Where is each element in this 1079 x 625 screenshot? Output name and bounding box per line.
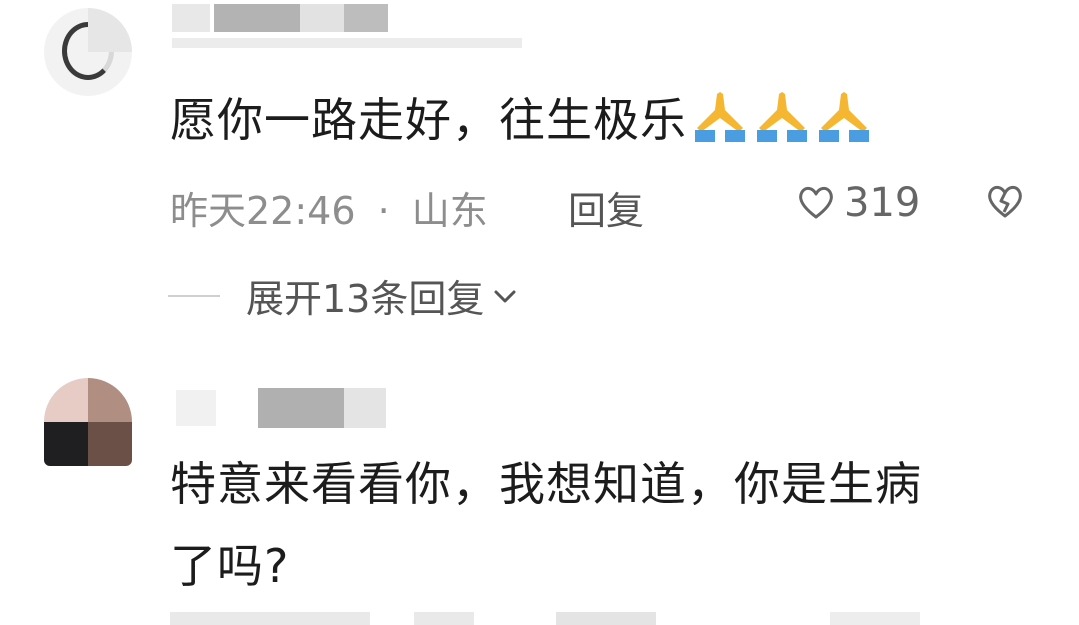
folded-hands-icon [757, 92, 807, 142]
timestamp: 昨天22:46 [170, 189, 356, 233]
folded-hands-icon [819, 92, 869, 142]
location: 山东 [411, 189, 488, 233]
expand-replies-button[interactable]: 展开13条回复 [168, 268, 518, 323]
avatar[interactable] [44, 8, 132, 96]
chevron-down-icon [494, 290, 516, 302]
like-button[interactable]: 319 [796, 180, 920, 226]
comment-meta: 昨天22:46 · 山东 [170, 180, 488, 235]
folded-hands-icon [695, 92, 745, 142]
comment-text: 愿你一路走好，往生极乐 [170, 88, 873, 152]
comment-text: 特意来看看你，我想知道，你是生病 [170, 457, 922, 511]
separator-dot: · [377, 189, 390, 233]
like-count: 319 [844, 180, 921, 226]
comment-text-line2: 了吗? [170, 539, 290, 593]
broken-heart-icon[interactable] [984, 182, 1026, 222]
reply-button[interactable]: 回复 [568, 180, 644, 235]
avatar[interactable] [44, 378, 132, 466]
divider-line [168, 294, 220, 297]
heart-outline-icon [799, 186, 833, 219]
